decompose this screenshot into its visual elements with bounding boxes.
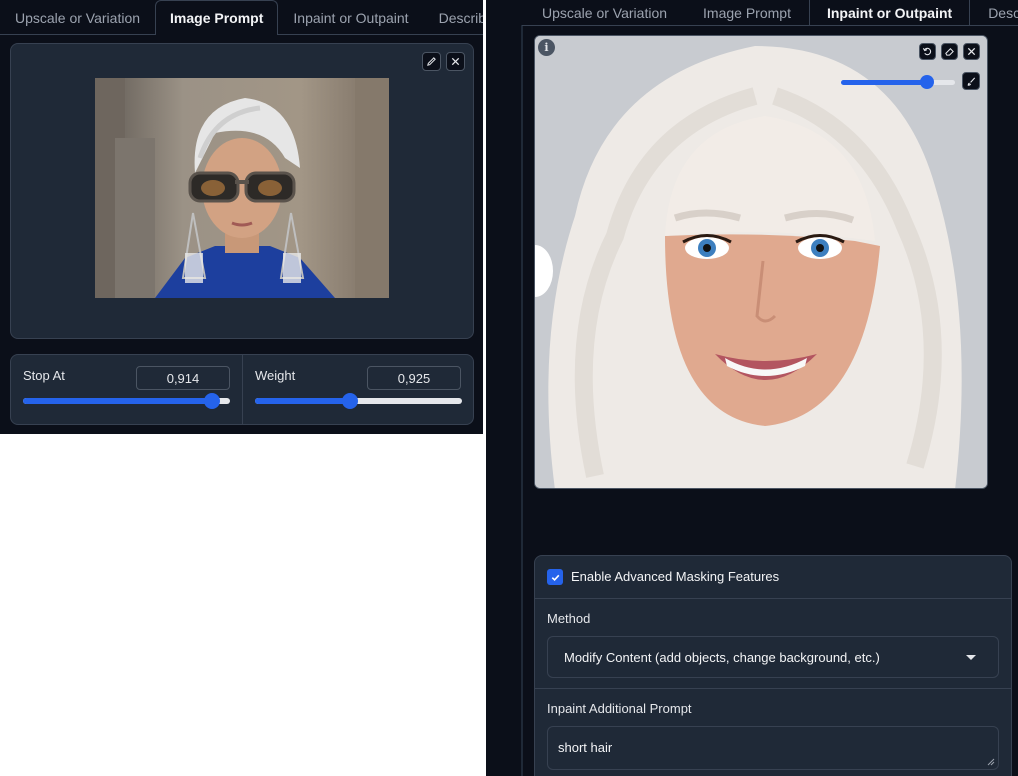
inpaint-image	[535, 36, 987, 488]
panel-left-border	[521, 25, 523, 776]
tab-inpaint-or-outpaint[interactable]: Inpaint or Outpaint	[278, 0, 423, 35]
app-root: Upscale or Variation Image Prompt Inpain…	[0, 0, 1018, 776]
stop-at-input[interactable]: 0,914	[136, 366, 230, 390]
weight-label: Weight	[255, 368, 296, 383]
stop-at-slider-thumb[interactable]	[204, 393, 221, 409]
brush-size-slider[interactable]	[841, 75, 955, 89]
advanced-masking-panel: Enable Advanced Masking Features Method …	[534, 555, 1012, 776]
inpaint-prompt-textarea[interactable]: short hair	[547, 726, 999, 770]
method-dropdown[interactable]: Modify Content (add objects, change back…	[547, 636, 999, 678]
pencil-icon[interactable]	[422, 52, 441, 71]
tab-describe[interactable]: Describe	[424, 0, 483, 35]
inpaint-panel: Upscale or Variation Image Prompt Inpain…	[486, 0, 1018, 776]
prompt-image	[95, 78, 389, 298]
tab-bar: Upscale or Variation Image Prompt Inpain…	[0, 0, 483, 35]
info-icon[interactable]: i	[538, 39, 555, 56]
close-icon[interactable]	[446, 52, 465, 71]
tab-image-prompt[interactable]: Image Prompt	[155, 0, 279, 35]
stop-at-control: Stop At 0,914	[11, 355, 242, 424]
divider	[535, 688, 1011, 689]
enable-masking-label[interactable]: Enable Advanced Masking Features	[571, 569, 779, 584]
eraser-icon[interactable]	[941, 43, 958, 60]
brush-size-thumb[interactable]	[919, 75, 934, 89]
chevron-down-icon	[966, 655, 976, 660]
tab-upscale-or-variation[interactable]: Upscale or Variation	[0, 0, 155, 35]
inpaint-prompt-label: Inpaint Additional Prompt	[547, 701, 692, 716]
undo-icon[interactable]	[919, 43, 936, 60]
checkmark-icon	[551, 574, 559, 581]
inpaint-prompt-value: short hair	[558, 740, 613, 755]
stop-at-label: Stop At	[23, 368, 65, 383]
weight-slider[interactable]	[255, 393, 462, 409]
brush-size-fill	[841, 80, 927, 85]
tabs-divider	[522, 25, 1018, 26]
control-sliders: Stop At 0,914 Weight 0,925	[10, 354, 474, 425]
tab-upscale-or-variation[interactable]: Upscale or Variation	[524, 0, 685, 25]
close-icon[interactable]	[963, 43, 980, 60]
stop-at-slider-fill	[23, 398, 213, 404]
image-prompt-panel: Upscale or Variation Image Prompt Inpain…	[0, 0, 483, 434]
weight-slider-fill	[255, 398, 351, 404]
inpaint-canvas[interactable]: i	[534, 35, 988, 489]
tab-describe[interactable]: Describe	[970, 0, 1018, 25]
method-label: Method	[547, 611, 591, 626]
stop-at-slider[interactable]	[23, 393, 230, 409]
weight-slider-thumb[interactable]	[342, 393, 359, 409]
weight-control: Weight 0,925	[243, 355, 475, 424]
tab-bar: Upscale or Variation Image Prompt Inpain…	[524, 0, 1018, 25]
brush-icon[interactable]	[962, 72, 980, 90]
resize-handle-icon[interactable]	[987, 758, 995, 766]
tab-inpaint-or-outpaint[interactable]: Inpaint or Outpaint	[808, 0, 971, 25]
weight-input[interactable]: 0,925	[367, 366, 461, 390]
enable-masking-checkbox[interactable]	[547, 569, 563, 585]
image-prompt-upload-box[interactable]	[10, 43, 474, 339]
tab-image-prompt[interactable]: Image Prompt	[685, 0, 809, 25]
method-value: Modify Content (add objects, change back…	[564, 649, 880, 665]
divider	[535, 598, 1011, 599]
